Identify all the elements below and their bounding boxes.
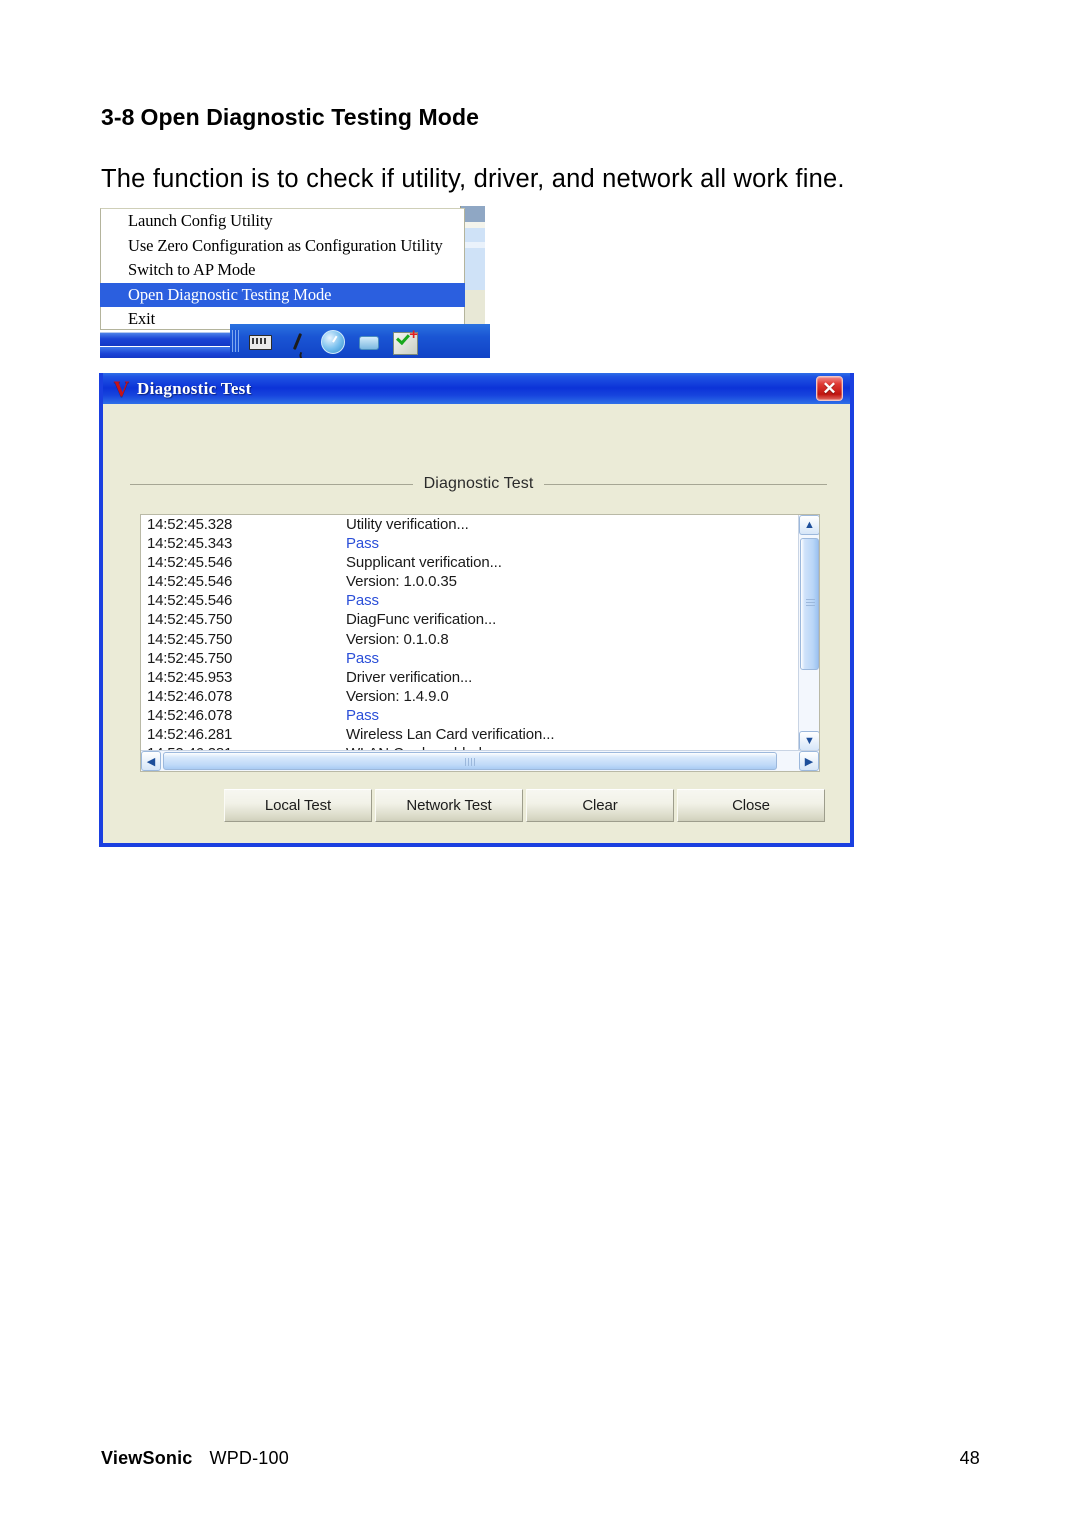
page-title: 3-8 Open Diagnostic Testing Mode (101, 104, 479, 131)
menu-item-launch-config-utility[interactable]: Launch Config Utility (101, 209, 464, 234)
page-title-text: Open Diagnostic Testing Mode (140, 104, 479, 130)
log-timestamp: 14:52:45.328 (147, 516, 233, 533)
log-message: Version: 0.1.0.8 (346, 630, 449, 648)
dialog-body: Diagnostic Test 14:52:45.328 Utility ver… (103, 404, 850, 843)
diagnostic-log-list[interactable]: 14:52:45.328 Utility verification... 14:… (141, 515, 798, 751)
log-row: 14:52:46.078 Version: 1.4.9.0 (141, 687, 798, 706)
tray-context-menu[interactable]: Launch Config Utility Use Zero Configura… (100, 208, 465, 330)
log-timestamp: 14:52:45.546 (147, 573, 233, 591)
log-message: Driver verification... (346, 668, 473, 686)
log-row: 14:52:46.281 Wireless Lan Card verificat… (141, 725, 798, 744)
diagnostic-test-dialog: V Diagnostic Test ✕ Diagnostic Test 14:5… (99, 373, 854, 847)
viewsonic-logo-icon: V (113, 375, 130, 401)
log-timestamp: 14:52:46.078 (147, 687, 233, 705)
diagnostic-log-panel: 14:52:45.328 Utility verification... 14:… (140, 514, 820, 772)
dialog-titlebar[interactable]: V Diagnostic Test ✕ (103, 373, 850, 404)
scroll-up-icon[interactable]: ▲ (799, 515, 819, 535)
log-message: Pass (346, 535, 379, 553)
log-row: 14:52:45.750 Version: 0.1.0.8 (141, 630, 798, 649)
log-message: Wireless Lan Card verification... (346, 726, 555, 744)
log-timestamp: 14:52:46.281 (147, 726, 233, 744)
clear-button[interactable]: Clear (526, 789, 674, 822)
log-row: 14:52:46.078 Pass (141, 706, 798, 725)
log-timestamp: 14:52:45.750 (147, 649, 233, 667)
log-message: Supplicant verification... (346, 554, 502, 572)
log-timestamp: 14:52:45.546 (147, 592, 233, 610)
legend-rule-right (544, 483, 828, 485)
scroll-right-icon[interactable]: ▶ (799, 751, 819, 771)
log-message: Version: 1.4.9.0 (346, 687, 449, 705)
menu-item-use-zero-configuration[interactable]: Use Zero Configuration as Configuration … (101, 234, 464, 259)
log-row: 14:52:45.546 Pass (141, 591, 798, 610)
log-message: Pass (346, 706, 379, 724)
page-title-number: 3-8 (101, 104, 135, 130)
log-message: Pass (346, 649, 379, 667)
close-icon-glyph: ✕ (822, 379, 837, 398)
footer-brand: ViewSonic (101, 1448, 193, 1468)
log-row: 14:52:45.546 Version: 1.0.0.35 (141, 572, 798, 591)
log-message: Pass (346, 592, 379, 610)
vertical-scrollbar[interactable]: ▲ ▼ (798, 515, 819, 751)
legend-rule-left (130, 483, 413, 485)
log-row: 14:52:45.343 Pass (141, 534, 798, 553)
log-row: 14:52:45.750 DiagFunc verification... (141, 610, 798, 629)
groupbox-label: Diagnostic Test (423, 475, 534, 492)
local-test-button[interactable]: Local Test (224, 789, 372, 822)
log-row: 14:52:45.328 Utility verification... (141, 515, 798, 534)
intro-paragraph: The function is to check if utility, dri… (101, 165, 845, 193)
dialog-button-row: Local Test Network Test Clear Close (224, 789, 829, 822)
network-test-button[interactable]: Network Test (375, 789, 523, 822)
vertical-scrollbar-thumb[interactable] (800, 538, 819, 670)
dialog-title: Diagnostic Test (137, 378, 252, 398)
log-row: 14:52:45.750 Pass (141, 649, 798, 668)
log-timestamp: 14:52:46.078 (147, 706, 233, 724)
network-status-icon[interactable]: + (393, 327, 419, 355)
log-timestamp: 14:52:45.750 (147, 630, 233, 648)
close-icon[interactable]: ✕ (816, 376, 843, 401)
horizontal-scrollbar-thumb[interactable] (163, 752, 777, 770)
log-row: 14:52:45.546 Supplicant verification... (141, 553, 798, 572)
keyboard-icon[interactable] (249, 330, 275, 352)
footer-model: WPD-100 (209, 1448, 289, 1468)
horizontal-scrollbar[interactable]: ◀ ▶ (141, 750, 819, 771)
close-button[interactable]: Close (677, 789, 825, 822)
log-message: Version: 1.0.0.35 (346, 573, 457, 591)
footer-page-number: 48 (959, 1448, 980, 1468)
log-timestamp: 14:52:45.343 (147, 535, 233, 553)
log-timestamp: 14:52:45.953 (147, 668, 233, 686)
log-message: Utility verification... (346, 516, 469, 533)
menu-item-open-diagnostic-testing-mode[interactable]: Open Diagnostic Testing Mode (100, 282, 465, 307)
taskbar-grip (232, 330, 239, 352)
scroll-down-icon[interactable]: ▼ (799, 731, 819, 751)
groupbox-legend: Diagnostic Test (130, 475, 828, 493)
log-message: DiagFunc verification... (346, 611, 497, 629)
page-footer: ViewSonic WPD-100 48 (101, 1448, 980, 1469)
system-tray: + (230, 324, 490, 358)
pen-icon[interactable] (285, 330, 311, 352)
log-timestamp: 14:52:45.750 (147, 611, 233, 629)
disk-icon[interactable] (357, 330, 383, 352)
log-row: 14:52:45.953 Driver verification... (141, 668, 798, 687)
menu-item-switch-to-ap-mode[interactable]: Switch to AP Mode (101, 258, 464, 283)
scroll-left-icon[interactable]: ◀ (141, 751, 161, 771)
clock-icon[interactable] (321, 330, 347, 354)
log-timestamp: 14:52:45.546 (147, 554, 233, 572)
